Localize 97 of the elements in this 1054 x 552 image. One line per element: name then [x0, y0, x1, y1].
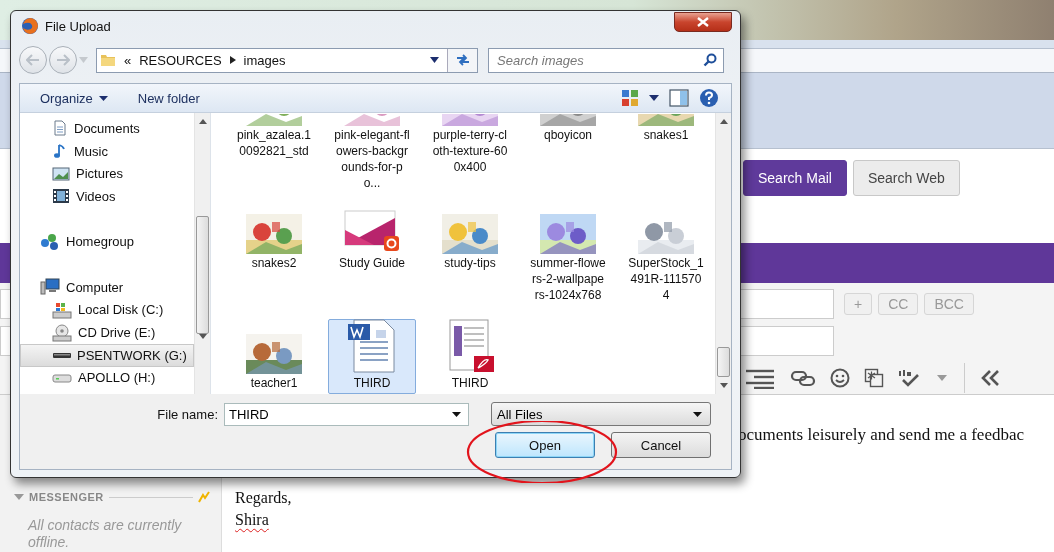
dropdown-caret-icon: [693, 411, 702, 417]
scroll-up-icon[interactable]: [198, 119, 207, 124]
breadcrumb-item[interactable]: images: [243, 52, 286, 68]
search-icon: [703, 52, 717, 67]
windows-drive-icon: [52, 300, 72, 319]
window-title: File Upload: [45, 18, 111, 34]
back-icon: [26, 54, 40, 66]
network-spheres-icon: [40, 232, 60, 251]
smiley-icon[interactable]: [830, 368, 850, 388]
separator-arrow-icon[interactable]: [229, 56, 236, 64]
file-name: purple-terry-cloth-texture-600x400: [432, 127, 508, 175]
scrollbar[interactable]: [715, 113, 731, 394]
file-item[interactable]: snakes2: [225, 205, 323, 319]
file-name: qboyicon: [542, 127, 593, 143]
image-icon[interactable]: [864, 368, 884, 388]
scroll-thumb[interactable]: [196, 216, 209, 334]
dialog-button[interactable]: Open: [495, 432, 595, 458]
search-field[interactable]: Search images: [488, 47, 724, 73]
file-item[interactable]: teacher1: [230, 319, 318, 394]
scrollbar[interactable]: [194, 113, 210, 394]
file-name-label: File name:: [157, 406, 218, 422]
spellcheck-icon[interactable]: [898, 368, 922, 388]
file-name: pink_azalea.10092821_std: [236, 127, 312, 159]
file-name: summer-flowers-2-wallpapers-1024x768: [530, 255, 606, 303]
close-icon: [697, 17, 709, 27]
file-item[interactable]: SuperStock_1491R-1115704: [617, 205, 715, 319]
search-button[interactable]: Search Web: [852, 160, 960, 196]
nav-item[interactable]: Videos: [20, 185, 194, 208]
file-name: teacher1: [249, 375, 299, 391]
help-icon[interactable]: [699, 88, 719, 108]
preview-pane-icon[interactable]: [669, 89, 689, 107]
message-text: Shira: [235, 510, 270, 530]
refresh-icon: [454, 53, 471, 67]
file-item[interactable]: THIRD: [328, 319, 416, 394]
file-item[interactable]: pink_azalea.10092821_std: [225, 113, 323, 205]
file-name: SuperStock_1491R-1115704: [628, 255, 704, 303]
address-bar[interactable]: « RESOURCES images: [96, 47, 478, 73]
file-item[interactable]: qboyicon: [519, 113, 617, 205]
link-icon[interactable]: [790, 369, 816, 387]
file-item[interactable]: summer-flowers-2-wallpapers-1024x768: [519, 205, 617, 319]
file-name: pink-elegant-flowers-backgrounds-for-po...: [334, 127, 410, 191]
nav-item[interactable]: APOLLO (H:): [20, 366, 194, 390]
dialog-button[interactable]: Cancel: [611, 432, 711, 458]
file-name: study-tips: [443, 255, 497, 271]
nav-item[interactable]: Homegroup: [20, 230, 194, 254]
close-button[interactable]: [674, 12, 732, 32]
nav-item[interactable]: Computer: [20, 275, 194, 299]
music-note-icon: [52, 143, 68, 160]
dropdown-caret-icon[interactable]: [452, 411, 461, 417]
presentation-file-icon: [344, 210, 400, 254]
nav-item[interactable]: Documents: [20, 117, 194, 140]
breadcrumb-item[interactable]: RESOURCES: [139, 52, 222, 68]
file-name: snakes2: [250, 255, 298, 271]
nav-item[interactable]: Local Disk (C:): [20, 298, 194, 322]
caret-icon[interactable]: [649, 95, 659, 101]
forward-icon: [56, 54, 70, 66]
file-item[interactable]: snakes1: [617, 113, 715, 205]
folder-icon: [100, 52, 116, 68]
scroll-up-icon[interactable]: [719, 119, 728, 124]
messenger-heading: MESSENGER: [29, 491, 104, 503]
browser-logo-icon: [21, 17, 39, 35]
file-name-field[interactable]: THIRD: [224, 402, 469, 426]
file-name: THIRD: [450, 375, 490, 391]
document-icon: [52, 120, 68, 137]
collapse-triangle-icon[interactable]: [14, 494, 24, 500]
file-item[interactable]: Study Guide: [323, 205, 421, 319]
scroll-down-icon[interactable]: [719, 383, 728, 388]
file-type-dropdown[interactable]: All Files: [491, 402, 711, 426]
messenger-status: All contacts are currently offline.: [28, 517, 183, 551]
search-button[interactable]: Search Mail: [743, 160, 847, 196]
toolbar-button[interactable]: Organize: [30, 86, 118, 110]
film-icon: [52, 188, 70, 205]
computer-icon: [40, 278, 60, 297]
toolbar-button[interactable]: New folder: [127, 86, 210, 110]
file-item[interactable]: purple-terry-cloth-texture-600x400: [421, 113, 519, 205]
overflow-chevron[interactable]: «: [124, 52, 132, 68]
collapse-icon[interactable]: [981, 370, 1001, 386]
nav-item[interactable]: PSENTWORK (G:): [20, 343, 194, 367]
nav-item[interactable]: Music: [20, 139, 194, 163]
file-item[interactable]: THIRD: [426, 319, 514, 394]
cd-drive-icon: [52, 323, 72, 342]
scroll-thumb[interactable]: [717, 347, 730, 377]
file-name: Study Guide: [337, 255, 406, 271]
nav-item[interactable]: Pictures: [20, 162, 194, 186]
file-name: THIRD: [352, 375, 392, 391]
message-text: Regards,: [235, 488, 293, 509]
picture-icon: [52, 165, 70, 182]
file-name: snakes1: [642, 127, 690, 143]
caret-icon: [98, 95, 108, 101]
word-document-icon: [346, 318, 398, 374]
nav-item[interactable]: CD Drive (E:): [20, 321, 194, 344]
view-icon[interactable]: [621, 89, 639, 107]
drive-icon: [53, 352, 71, 358]
file-item[interactable]: study-tips: [421, 205, 519, 319]
refresh-button[interactable]: [447, 48, 477, 72]
dropdown-caret-icon[interactable]: [430, 57, 439, 63]
file-item[interactable]: pink-elegant-flowers-backgrounds-for-po...: [323, 113, 421, 205]
